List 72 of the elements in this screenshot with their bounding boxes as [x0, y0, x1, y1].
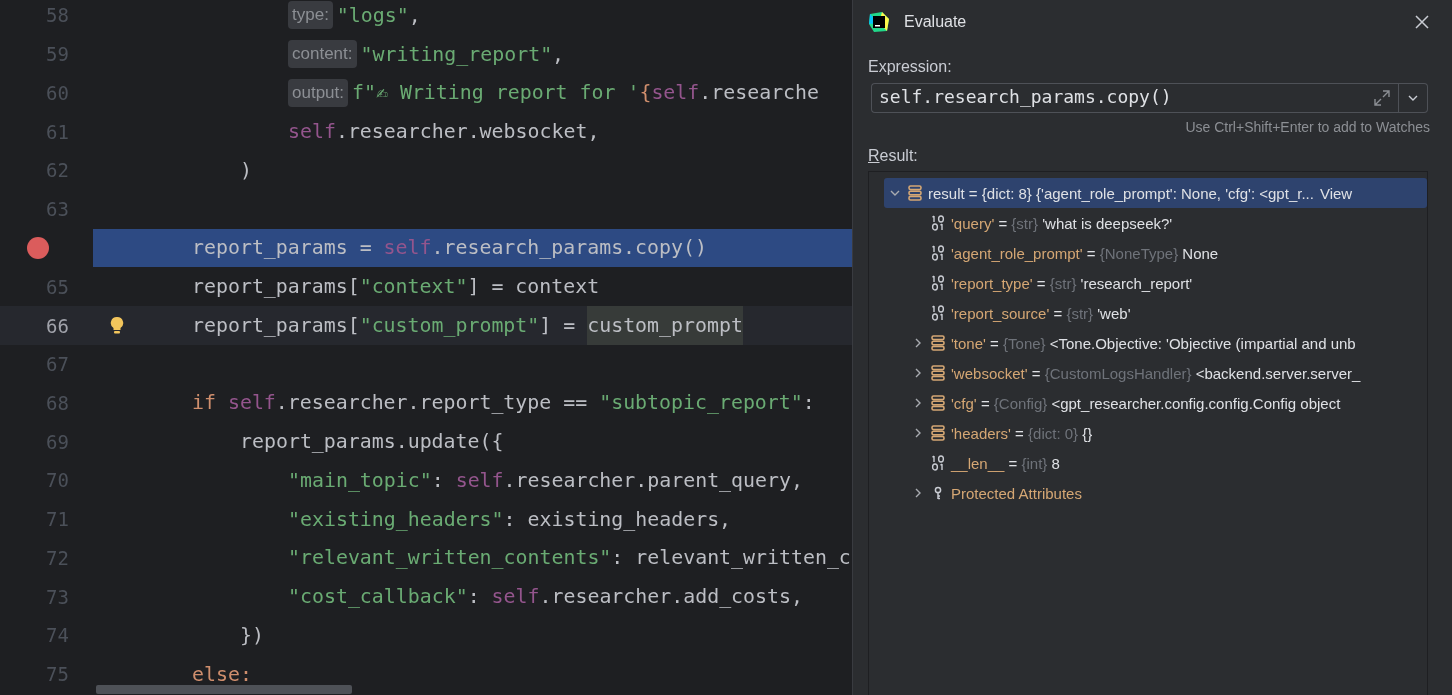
code-token: :	[431, 468, 445, 492]
result-label: Result:	[868, 147, 919, 165]
parameter-hint: output:	[288, 78, 348, 107]
tree-row[interactable]: 'report_type' = {str} 'research_report'	[884, 268, 1427, 298]
code-token: .research_params.copy()	[431, 236, 707, 260]
variable-text: 'query' = {str} 'what is deepseek?'	[951, 214, 1173, 232]
code-token: "relevant_written_contents"	[288, 546, 612, 570]
code-token: :	[802, 391, 815, 415]
variable-text: 'agent_role_prompt' = {NoneType} None	[951, 244, 1219, 262]
code-token: "context"	[359, 275, 468, 299]
code-token: self	[491, 585, 540, 609]
variable-text: 'report_source' = {str} 'web'	[951, 304, 1131, 322]
code-token: "existing_headers"	[288, 507, 504, 531]
tree-row[interactable]: 'report_source' = {str} 'web'	[884, 298, 1427, 328]
code-token: self	[455, 468, 504, 492]
code-token: {	[639, 81, 652, 105]
tree-row[interactable]: Protected Attributes	[884, 478, 1427, 508]
code-token: "subtopic_report"	[599, 391, 803, 415]
variable-text: 'headers' = {dict: 0} {}	[951, 424, 1093, 442]
code-token: custom_prompt	[587, 306, 743, 345]
parameter-hint: content:	[288, 40, 357, 69]
code-token: : relevant_written_c	[611, 546, 851, 570]
variable-text: 'tone' = {Tone} <Tone.Objective: 'Objective (impartial and unb	[951, 334, 1356, 352]
variable-text: __len__ = {int} 8	[951, 454, 1060, 472]
code-token: ,	[408, 3, 421, 27]
code-token: self	[651, 81, 700, 105]
code-token: "logs"	[336, 3, 409, 27]
code-token: "custom_prompt"	[359, 314, 540, 337]
code-token: :	[467, 585, 481, 609]
code-token: "writing_report"	[360, 42, 553, 66]
code-token: .researcher.add_costs,	[539, 585, 803, 609]
variable-text: 'websocket' = {CustomLogsHandler} <backend.server.server_	[951, 364, 1361, 382]
code-token: f"✍ Writing report for '	[352, 81, 640, 105]
tree-row[interactable]: 'agent_role_prompt' = {NoneType} None	[884, 238, 1427, 268]
code-token: self	[383, 236, 432, 260]
parameter-hint: type:	[288, 1, 333, 30]
variable-text: 'report_type' = {str} 'research_report'	[951, 274, 1193, 292]
tree-row[interactable]: __len__ = {int} 8	[884, 448, 1427, 478]
code-token: )	[240, 158, 252, 182]
code-token: else:	[192, 662, 252, 686]
code-token: ,	[552, 42, 565, 66]
view-link[interactable]: View	[1319, 184, 1353, 202]
field-label: Expression:	[868, 58, 953, 76]
code-token: report_params =	[192, 236, 373, 260]
code-token: .researcher.parent_query,	[503, 468, 803, 492]
code-token: "main_topic"	[288, 468, 432, 492]
tree-row[interactable]: 'websocket' = {CustomLogsHandler} <backend.server.server_	[884, 358, 1427, 388]
code-token: if	[192, 391, 217, 415]
code-token: self	[288, 120, 336, 144]
line-number: 66	[46, 314, 69, 337]
code-token: .researcher.report_type ==	[275, 391, 589, 415]
code-token: report_params.update({	[240, 430, 504, 454]
variable-text: 'cfg' = {Config} <gpt_researcher.config.config.Config object	[951, 394, 1341, 412]
hint-text: Use Ctrl+Shift+Enter to add to Watches	[1185, 119, 1430, 135]
code-token: : existing_headers,	[503, 507, 732, 531]
code-token: "cost_callback"	[288, 585, 468, 609]
tree-row[interactable]: 'query' = {str} 'what is deepseek?'	[884, 208, 1427, 238]
code-token: ] = context	[467, 275, 600, 299]
tree-row[interactable]: 'tone' = {Tone} <Tone.Objective: 'Objective (impartial and unb	[884, 328, 1427, 358]
tree-row[interactable]: 'cfg' = {Config} <gpt_researcher.config.config.Config object	[884, 388, 1427, 418]
variable-text: result = {dict: 8} {'agent_role_prompt': None, 'cfg': <gpt_r...	[928, 184, 1314, 202]
code-token: .researcher.websocket,	[335, 120, 600, 144]
code-token: })	[240, 623, 264, 647]
tree-row[interactable]: result = {dict: 8} {'agent_role_prompt': None, 'cfg': <gpt_r... View	[884, 178, 1427, 208]
code-token: report_params[	[192, 314, 360, 337]
tree-row[interactable]: 'headers' = {dict: 0} {}	[884, 418, 1427, 448]
code-token: .researche	[699, 81, 820, 105]
variable-text: Protected Attributes	[951, 484, 1082, 502]
code-token: self	[227, 391, 276, 415]
code-token: ] =	[539, 314, 577, 337]
code-token: report_params[	[192, 275, 360, 299]
dialog-title: Evaluate	[904, 13, 968, 31]
